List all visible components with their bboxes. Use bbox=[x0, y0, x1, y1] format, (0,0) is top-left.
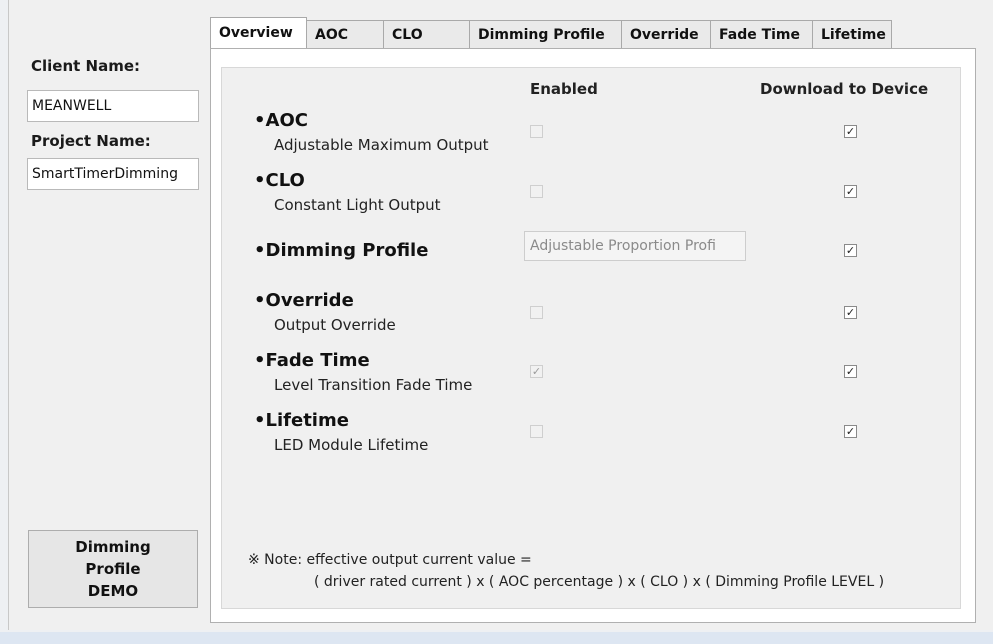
demo-button-line-2: Profile bbox=[85, 560, 141, 578]
project-name-label: Project Name: bbox=[31, 132, 151, 150]
aoc-download-checkbox[interactable]: ✓ bbox=[844, 125, 857, 138]
clo-enabled-checkbox[interactable] bbox=[530, 185, 543, 198]
clo-download-checkbox[interactable]: ✓ bbox=[844, 185, 857, 198]
project-name-field[interactable]: SmartTimerDimming bbox=[27, 158, 199, 190]
tab-override[interactable]: Override bbox=[621, 20, 711, 48]
note-line-1: ※ Note: effective output current value = bbox=[248, 552, 532, 568]
download-column-header: Download to Device bbox=[760, 80, 929, 98]
feature-title-fade-time: Fade Time bbox=[254, 350, 370, 371]
demo-button-line-1: Dimming bbox=[75, 538, 151, 556]
fade-time-enabled-checkbox[interactable]: ✓ bbox=[530, 365, 543, 378]
feature-title-dimming-profile: Dimming Profile bbox=[254, 240, 429, 261]
demo-button-line-3: DEMO bbox=[87, 582, 139, 600]
note-line-2: ( driver rated current ) x ( AOC percent… bbox=[314, 574, 885, 590]
aoc-enabled-checkbox[interactable] bbox=[530, 125, 543, 138]
feature-subtitle-clo: Constant Light Output bbox=[274, 196, 441, 214]
override-enabled-checkbox[interactable] bbox=[530, 306, 543, 319]
dimming-profile-download-checkbox[interactable]: ✓ bbox=[844, 244, 857, 257]
dimming-profile-select[interactable]: Adjustable Proportion Profi bbox=[524, 231, 746, 261]
feature-subtitle-override: Output Override bbox=[274, 316, 396, 334]
feature-title-aoc: AOC bbox=[254, 110, 308, 131]
feature-title-override: Override bbox=[254, 290, 354, 311]
overview-group: Enabled Download to Device AOC Adjustabl… bbox=[221, 67, 961, 609]
enabled-column-header: Enabled bbox=[530, 80, 598, 98]
dimming-profile-demo-button[interactable]: Dimming Profile DEMO bbox=[28, 530, 198, 608]
tab-aoc[interactable]: AOC bbox=[306, 20, 384, 48]
tab-clo[interactable]: CLO bbox=[383, 20, 470, 48]
tab-fade-time[interactable]: Fade Time bbox=[710, 20, 813, 48]
tab-strip: Overview AOC CLO Dimming Profile Overrid… bbox=[210, 17, 892, 50]
lifetime-enabled-checkbox[interactable] bbox=[530, 425, 543, 438]
fade-time-download-checkbox[interactable]: ✓ bbox=[844, 365, 857, 378]
feature-subtitle-fade-time: Level Transition Fade Time bbox=[274, 376, 473, 394]
feature-title-lifetime: Lifetime bbox=[254, 410, 349, 431]
feature-title-clo: CLO bbox=[254, 170, 305, 191]
overview-panel: Enabled Download to Device AOC Adjustabl… bbox=[210, 48, 976, 623]
lifetime-download-checkbox[interactable]: ✓ bbox=[844, 425, 857, 438]
tab-overview[interactable]: Overview bbox=[210, 17, 307, 48]
client-name-field[interactable]: MEANWELL bbox=[27, 90, 199, 122]
tab-dimming-profile[interactable]: Dimming Profile bbox=[469, 20, 622, 48]
override-download-checkbox[interactable]: ✓ bbox=[844, 306, 857, 319]
tab-lifetime[interactable]: Lifetime bbox=[812, 20, 892, 48]
feature-subtitle-lifetime: LED Module Lifetime bbox=[274, 436, 429, 454]
window-bottom-strip bbox=[0, 632, 993, 644]
feature-subtitle-aoc: Adjustable Maximum Output bbox=[274, 136, 489, 154]
client-name-label: Client Name: bbox=[31, 57, 141, 75]
